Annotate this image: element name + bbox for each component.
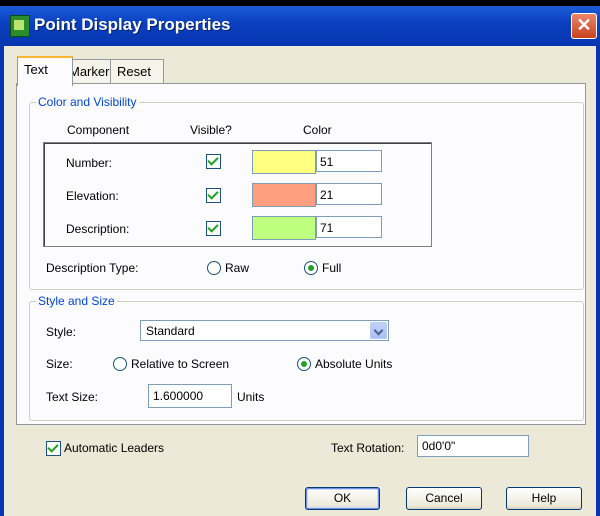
visible-checkbox-number[interactable] [206, 154, 221, 169]
automatic-leaders-checkbox[interactable] [46, 441, 61, 456]
text-rotation-input[interactable]: 0d0'0" [417, 435, 529, 457]
window-border-left [0, 46, 4, 516]
text-size-label: Text Size: [46, 390, 99, 404]
app-icon [10, 15, 30, 37]
color-visibility-title: Color and Visibility [36, 95, 139, 109]
size-label: Size: [46, 357, 73, 371]
title-bar[interactable]: Point Display Properties ✕ [0, 6, 600, 46]
cancel-button[interactable]: Cancel [406, 487, 482, 510]
size-relative-radio[interactable] [113, 357, 127, 371]
chevron-down-icon[interactable] [370, 322, 387, 339]
text-rotation-label: Text Rotation: [331, 441, 405, 455]
component-label-elevation: Elevation: [66, 189, 119, 203]
color-index-number[interactable]: 51 [316, 150, 382, 172]
description-type-raw-radio[interactable] [207, 261, 221, 275]
column-header-visible: Visible? [190, 123, 232, 137]
close-button[interactable]: ✕ [571, 13, 597, 39]
style-select-value: Standard [146, 324, 195, 338]
text-size-input[interactable]: 1.600000 [148, 384, 232, 408]
color-swatch-description[interactable] [252, 216, 316, 240]
visible-checkbox-description[interactable] [206, 221, 221, 236]
size-absolute-radio[interactable] [297, 357, 311, 371]
style-select[interactable]: Standard [140, 320, 389, 341]
component-label-description: Description: [66, 222, 130, 236]
description-type-full-radio[interactable] [304, 261, 318, 275]
tab-text[interactable]: Text [17, 56, 73, 86]
size-absolute-label[interactable]: Absolute Units [315, 357, 392, 371]
description-type-raw-label[interactable]: Raw [225, 261, 249, 275]
tab-reset[interactable]: Reset [110, 59, 164, 84]
column-header-color: Color [303, 123, 332, 137]
column-header-component: Component [67, 123, 130, 137]
component-label-number: Number: [66, 156, 113, 170]
color-index-elevation[interactable]: 21 [316, 183, 382, 205]
style-size-title: Style and Size [36, 294, 117, 308]
color-swatch-number[interactable] [252, 150, 316, 174]
size-relative-label[interactable]: Relative to Screen [131, 357, 229, 371]
description-type-label: Description Type: [46, 261, 139, 275]
color-swatch-elevation[interactable] [252, 183, 316, 207]
description-type-full-label[interactable]: Full [322, 261, 341, 275]
color-index-description[interactable]: 71 [316, 216, 382, 238]
window-title: Point Display Properties [34, 15, 231, 34]
style-label: Style: [46, 325, 77, 339]
ok-button[interactable]: OK [305, 487, 380, 510]
window-border-right [596, 46, 600, 516]
text-size-unit: Units [237, 390, 265, 404]
automatic-leaders-label[interactable]: Automatic Leaders [64, 441, 164, 455]
help-button[interactable]: Help [506, 487, 582, 510]
visible-checkbox-elevation[interactable] [206, 188, 221, 203]
